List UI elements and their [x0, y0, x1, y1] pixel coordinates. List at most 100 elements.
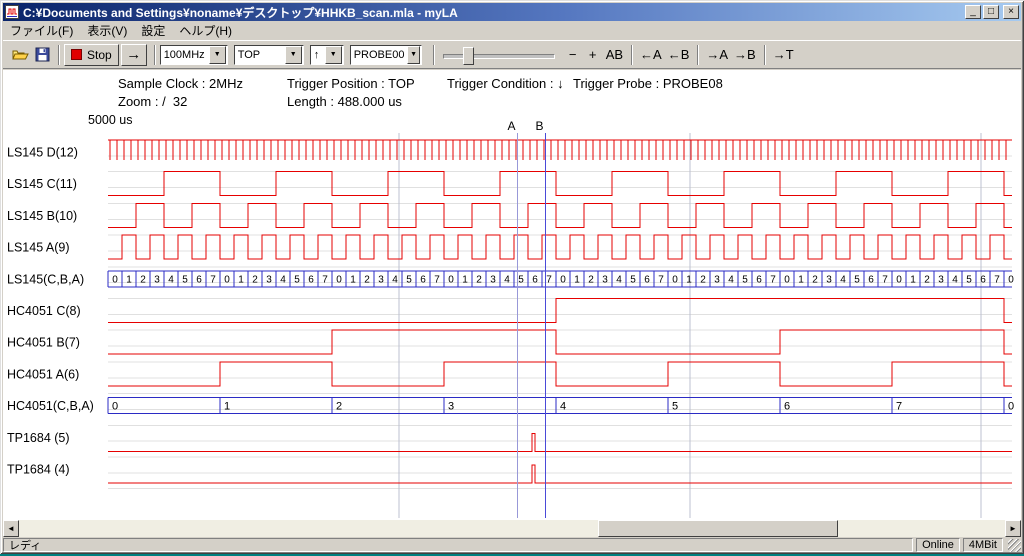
bus-value: 0 — [112, 274, 118, 285]
bus-value: 2 — [364, 274, 370, 285]
scrollbar-track[interactable] — [19, 520, 1005, 537]
bus-value: 2 — [252, 274, 258, 285]
bus-value: 0 — [112, 401, 118, 413]
status-memory-badge: 4MBit — [963, 538, 1003, 552]
bus-value: 1 — [224, 401, 230, 413]
bus-value: 6 — [756, 274, 762, 285]
bus-value: 1 — [462, 274, 468, 285]
bus-value: 6 — [980, 274, 986, 285]
app-window: C:¥Documents and Settings¥noname¥デスクトップ¥… — [0, 0, 1024, 554]
bus-value: 6 — [784, 401, 790, 413]
bus-value: 5 — [854, 274, 860, 285]
bus-value: 0 — [1008, 401, 1014, 413]
bus-value: 3 — [714, 274, 720, 285]
scrollbar-thumb[interactable] — [598, 520, 838, 537]
status-bar: レディ Online 4MBit — [3, 537, 1021, 553]
bus-value: 3 — [448, 401, 454, 413]
bus-value: 5 — [966, 274, 972, 285]
bus-value: 1 — [350, 274, 356, 285]
bus-value: 2 — [588, 274, 594, 285]
bus-value: 3 — [266, 274, 272, 285]
bus-value: 3 — [154, 274, 160, 285]
cursor-a-label: A — [507, 119, 515, 133]
bus-value: 5 — [406, 274, 412, 285]
bus-value: 3 — [826, 274, 832, 285]
bus-value: 2 — [140, 274, 146, 285]
bus-value: 5 — [672, 401, 678, 413]
bus-value: 1 — [910, 274, 916, 285]
status-ready: レディ — [3, 538, 913, 552]
channel-label-ls145-a-9: LS145 A(9) — [7, 241, 70, 255]
channel-label-hc4051-b-7: HC4051 B(7) — [7, 336, 80, 350]
waveform-ls145-b-10 — [108, 203, 1012, 227]
horizontal-scrollbar[interactable]: ◄ ► — [3, 520, 1021, 537]
channel-label-tp1684-5: TP1684 (5) — [7, 431, 70, 445]
status-online-badge: Online — [916, 538, 960, 552]
bus-value: 4 — [504, 274, 510, 285]
bus-value: 2 — [700, 274, 706, 285]
bus-value: 7 — [434, 274, 440, 285]
bus-value: 5 — [742, 274, 748, 285]
waveform-hc4051-c-8 — [108, 299, 1012, 323]
bus-value: 3 — [378, 274, 384, 285]
bus-value: 0 — [224, 274, 230, 285]
bus-value: 7 — [882, 274, 888, 285]
bus-value: 4 — [392, 274, 398, 285]
bus-value: 4 — [952, 274, 958, 285]
bus-value: 5 — [518, 274, 524, 285]
time-scale-label: 5000 us — [88, 113, 132, 127]
bus-value: 0 — [784, 274, 790, 285]
bus-value: 1 — [686, 274, 692, 285]
waveform-plot[interactable]: 5000 usLS145 D(12)LS145 C(11)LS145 B(10)… — [0, 0, 1024, 556]
bus-value: 3 — [602, 274, 608, 285]
waveform-hc4051-b-7 — [108, 330, 1012, 354]
bus-value: 4 — [560, 401, 566, 413]
bus-value: 2 — [812, 274, 818, 285]
waveform-ls145-a-9 — [108, 235, 1012, 259]
bus-value: 0 — [672, 274, 678, 285]
bus-value: 3 — [938, 274, 944, 285]
bus-value: 7 — [210, 274, 216, 285]
bus-value: 0 — [336, 274, 342, 285]
channel-label-tp1684-4: TP1684 (4) — [7, 463, 70, 477]
channel-label-ls145-d-12: LS145 D(12) — [7, 146, 78, 160]
bus-value: 0 — [448, 274, 454, 285]
bus-value: 7 — [994, 274, 1000, 285]
bus-value: 0 — [1008, 274, 1014, 285]
bus-value: 6 — [644, 274, 650, 285]
channel-label-hc4051-c-b-a: HC4051(C,B,A) — [7, 399, 94, 413]
bus-value: 4 — [840, 274, 846, 285]
bus-value: 0 — [560, 274, 566, 285]
bus-value: 4 — [280, 274, 286, 285]
bus-value: 7 — [896, 401, 902, 413]
resize-grip[interactable] — [1008, 539, 1021, 552]
channel-label-ls145-c-b-a: LS145(C,B,A) — [7, 272, 84, 286]
waveform-ls145-c-11 — [108, 172, 1012, 196]
scroll-right-icon[interactable]: ► — [1005, 520, 1021, 537]
bus-value: 2 — [476, 274, 482, 285]
bus-value: 1 — [574, 274, 580, 285]
waveform-hc4051-a-6 — [108, 362, 1012, 386]
bus-value: 4 — [616, 274, 622, 285]
scroll-left-icon[interactable]: ◄ — [3, 520, 19, 537]
bus-value: 5 — [294, 274, 300, 285]
bus-value: 1 — [798, 274, 804, 285]
bus-value: 6 — [196, 274, 202, 285]
bus-value: 2 — [336, 401, 342, 413]
bus-value: 6 — [420, 274, 426, 285]
bus-value: 5 — [630, 274, 636, 285]
bus-value: 7 — [322, 274, 328, 285]
bus-value: 6 — [532, 274, 538, 285]
channel-label-hc4051-a-6: HC4051 A(6) — [7, 367, 79, 381]
bus-value: 6 — [308, 274, 314, 285]
bus-value: 5 — [182, 274, 188, 285]
channel-label-ls145-c-11: LS145 C(11) — [7, 177, 77, 191]
cursor-b-label: B — [535, 119, 543, 133]
bus-value: 7 — [546, 274, 552, 285]
waveform-tp1684-5 — [108, 433, 1012, 451]
waveform-tp1684-4 — [108, 465, 1012, 483]
bus-value: 1 — [238, 274, 244, 285]
bus-value: 7 — [658, 274, 664, 285]
bus-value: 6 — [868, 274, 874, 285]
bus-value: 3 — [490, 274, 496, 285]
